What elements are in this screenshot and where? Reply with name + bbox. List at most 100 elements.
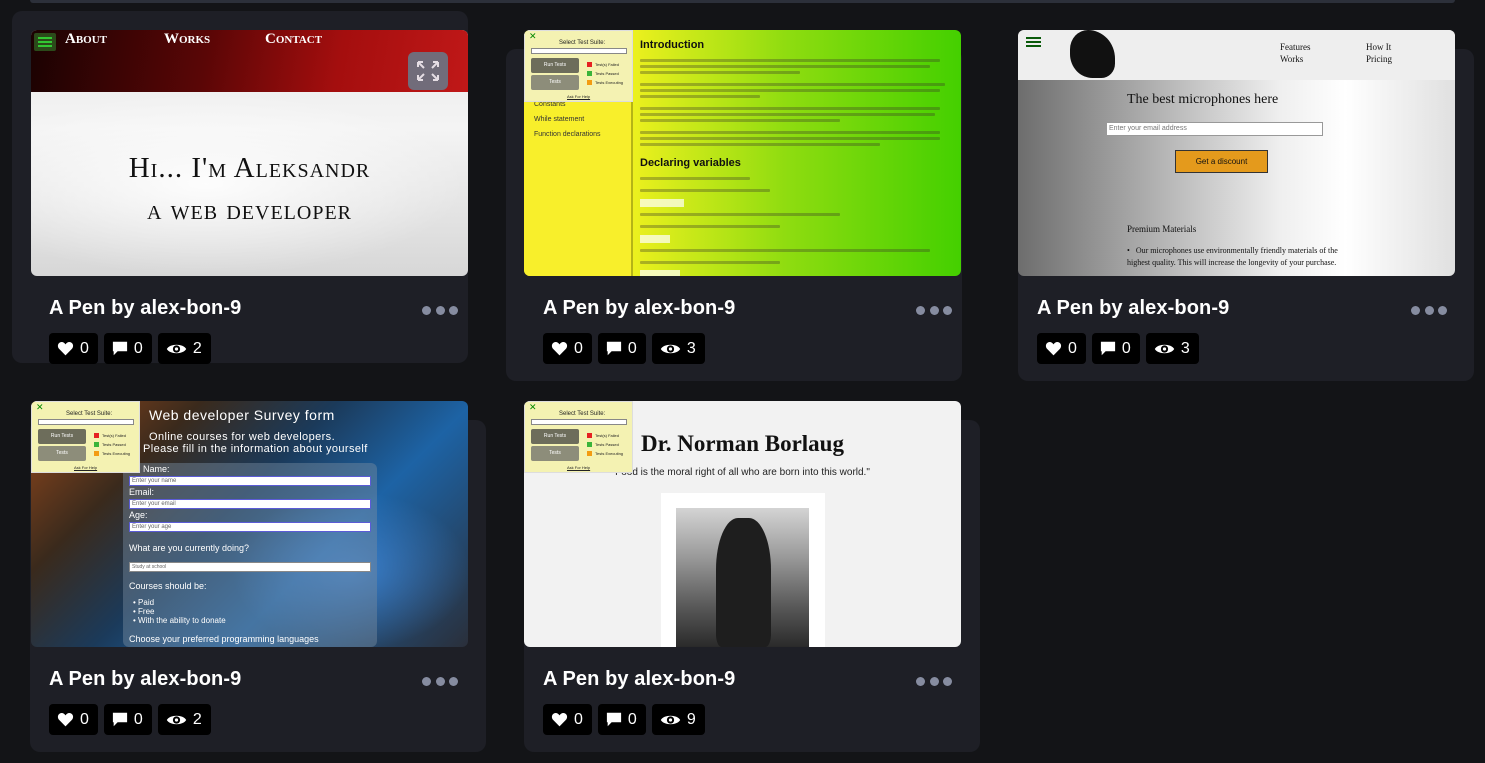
- pen-stats: 0 0 2: [49, 333, 211, 364]
- preview-select: Study at school: [129, 562, 371, 572]
- preview-option-text: Free: [138, 607, 155, 616]
- status-label: Tests Executing: [595, 80, 624, 85]
- views-button[interactable]: 3: [1145, 333, 1199, 364]
- eye-icon: [660, 344, 681, 353]
- preview-subtitle: Online courses for web developers.: [149, 431, 336, 443]
- text-line: [640, 89, 940, 92]
- comment-count: 0: [627, 710, 637, 728]
- comment-button[interactable]: 0: [103, 704, 152, 735]
- like-button[interactable]: 0: [49, 333, 98, 364]
- status-label: Tests Executing: [595, 451, 624, 456]
- more-options-icon[interactable]: [916, 675, 952, 687]
- preview-label: Choose your preferred programming langua…: [129, 634, 319, 644]
- close-icon[interactable]: ✕: [529, 402, 537, 413]
- comment-icon: [112, 341, 128, 356]
- text-line: [640, 107, 940, 110]
- preview-headline: The best microphones here: [1127, 92, 1279, 107]
- more-options-icon[interactable]: [916, 304, 952, 316]
- preview-label: Courses should be:: [129, 581, 207, 591]
- views-button[interactable]: 9: [651, 704, 705, 735]
- text-line: [640, 65, 930, 68]
- close-icon[interactable]: ✕: [36, 402, 44, 413]
- status-failed-swatch: [587, 62, 592, 67]
- eye-icon: [166, 715, 187, 724]
- preview-hero-line1: Hi... I'm Aleksandr: [128, 152, 371, 184]
- tests-button[interactable]: Tests: [531, 75, 579, 90]
- text-line: [640, 213, 840, 216]
- tests-button[interactable]: Tests: [38, 446, 86, 461]
- status-label: Test(s) Failed: [595, 433, 620, 438]
- person-silhouette: [716, 518, 771, 647]
- like-button[interactable]: 0: [543, 333, 592, 364]
- text-line: [640, 131, 940, 134]
- pen-title[interactable]: A Pen by alex-bon-9: [49, 668, 241, 691]
- pen-preview[interactable]: ✕ Select Test Suite: Run Tests Tests Tes…: [31, 401, 468, 647]
- comment-button[interactable]: 0: [1091, 333, 1140, 364]
- pen-preview[interactable]: Dr. Norman Borlaug Food is the moral rig…: [524, 401, 961, 647]
- text-line: [640, 189, 770, 192]
- more-options-icon[interactable]: [422, 304, 458, 316]
- pen-title[interactable]: A Pen by alex-bon-9: [49, 297, 241, 320]
- preview-heading: Declaring variables: [640, 157, 741, 169]
- like-button[interactable]: 0: [543, 704, 592, 735]
- run-tests-button[interactable]: Run Tests: [38, 429, 86, 444]
- test-suite-panel: ✕ Select Test Suite: Run Tests Tests Tes…: [524, 401, 633, 473]
- text-line: [640, 177, 750, 180]
- close-icon[interactable]: ✕: [529, 31, 537, 42]
- pen-title[interactable]: A Pen by alex-bon-9: [1037, 297, 1229, 320]
- code-snippet: [640, 235, 670, 243]
- text-line: [640, 71, 800, 74]
- run-tests-button[interactable]: Run Tests: [531, 429, 579, 444]
- comment-button[interactable]: 0: [597, 704, 646, 735]
- preview-subtitle: Please fill in the information about you…: [143, 443, 368, 455]
- pen-title[interactable]: A Pen by alex-bon-9: [543, 297, 735, 320]
- suite-select[interactable]: [531, 48, 627, 54]
- text-line: [640, 59, 940, 62]
- suite-select[interactable]: [38, 419, 134, 425]
- view-count: 3: [686, 339, 696, 357]
- comment-button[interactable]: 0: [597, 333, 646, 364]
- views-button[interactable]: 2: [157, 704, 211, 735]
- preview-input: Enter your name: [129, 476, 371, 486]
- run-tests-button[interactable]: Run Tests: [531, 58, 579, 73]
- help-link[interactable]: Ask For Help: [74, 465, 97, 470]
- pen-preview[interactable]: Constants While statement Function decla…: [524, 30, 961, 276]
- preview-label: What are you currently doing?: [129, 543, 250, 553]
- pen-card: Constants While statement Function decla…: [506, 30, 962, 381]
- views-button[interactable]: 3: [651, 333, 705, 364]
- views-button[interactable]: 2: [157, 333, 211, 364]
- preview-nav-item: Function declarations: [534, 131, 601, 138]
- preview-bullet-text: Our microphones use environmentally frie…: [1127, 246, 1338, 267]
- code-snippet: [640, 270, 680, 276]
- preview-nav-item: While statement: [534, 116, 585, 123]
- preview-label: Age:: [129, 510, 148, 520]
- help-link[interactable]: Ask For Help: [567, 94, 590, 99]
- like-count: 0: [80, 339, 89, 357]
- comment-button[interactable]: 0: [103, 333, 152, 364]
- comment-icon: [112, 712, 128, 727]
- help-link[interactable]: Ask For Help: [567, 465, 590, 470]
- like-count: 0: [80, 710, 89, 728]
- more-options-icon[interactable]: [1411, 304, 1447, 316]
- tests-button[interactable]: Tests: [531, 446, 579, 461]
- preview-input: Enter your email: [129, 499, 371, 509]
- suite-label: Select Test Suite:: [559, 40, 606, 46]
- like-button[interactable]: 0: [1037, 333, 1086, 364]
- pen-title[interactable]: A Pen by alex-bon-9: [543, 668, 735, 691]
- view-count: 3: [1180, 339, 1190, 357]
- more-options-icon[interactable]: [422, 675, 458, 687]
- test-suite-panel: ✕ Select Test Suite: Run Tests Tests Tes…: [524, 30, 633, 102]
- expand-icon[interactable]: [408, 52, 448, 90]
- suite-select[interactable]: [531, 419, 627, 425]
- status-executing-swatch: [94, 451, 99, 456]
- preview-nav-item: Constants: [534, 101, 566, 108]
- like-button[interactable]: 0: [49, 704, 98, 735]
- text-line: [640, 113, 935, 116]
- view-count: 9: [686, 710, 696, 728]
- pen-preview[interactable]: Features How It Works Pricing The best m…: [1018, 30, 1455, 276]
- preview-nav-works: Works: [1280, 54, 1304, 64]
- like-count: 0: [574, 710, 583, 728]
- preview-heading: Introduction: [640, 39, 705, 51]
- view-count: 2: [192, 339, 202, 357]
- pen-preview[interactable]: About Works Contact Hi... I'm Aleksandr …: [31, 30, 468, 276]
